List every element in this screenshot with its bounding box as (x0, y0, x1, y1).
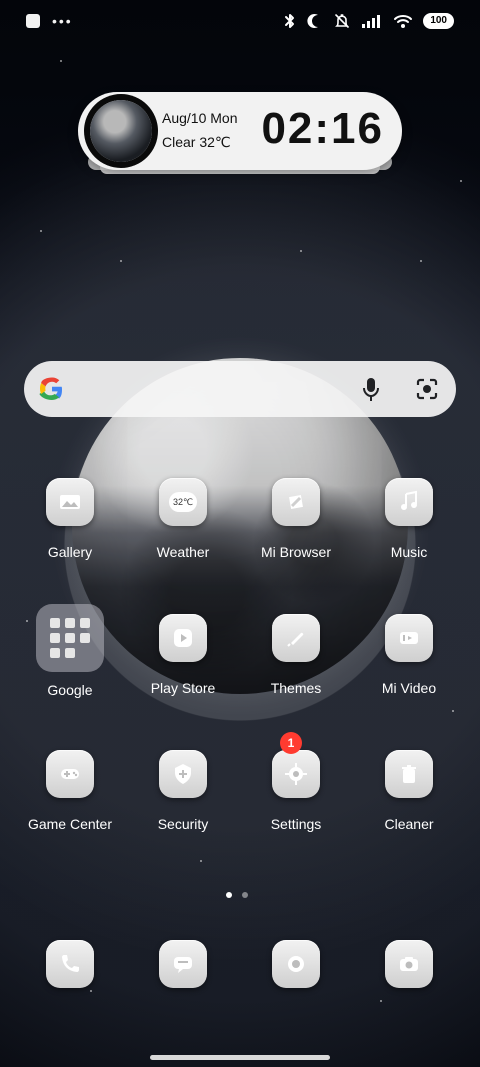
app-label: Music (390, 544, 428, 560)
browser-icon (272, 478, 320, 526)
app-weather[interactable]: 32℃ Weather (128, 478, 238, 578)
camera-icon (385, 940, 433, 988)
gallery-icon (46, 478, 94, 526)
dock-camera-lens[interactable] (272, 940, 320, 988)
app-label: Google (47, 682, 93, 698)
app-label: Settings (270, 816, 322, 832)
signal-icon (362, 15, 381, 28)
page-dot[interactable] (242, 892, 248, 898)
app-label: Game Center (27, 816, 113, 832)
page-indicator[interactable] (226, 892, 248, 898)
notification-square-icon (26, 14, 40, 28)
app-label: Play Store (150, 680, 216, 696)
video-icon (385, 614, 433, 662)
security-shield-icon (159, 750, 207, 798)
game-controller-icon (46, 750, 94, 798)
status-bar-left: ••• (26, 14, 73, 28)
app-cleaner[interactable]: Cleaner (354, 750, 464, 850)
google-lens-icon[interactable] (414, 376, 440, 407)
app-music[interactable]: Music (354, 478, 464, 578)
bluetooth-icon (285, 14, 295, 28)
app-label: Mi Browser (260, 544, 331, 560)
weather-icon-text: 32℃ (169, 492, 197, 512)
music-icon (385, 478, 433, 526)
app-security[interactable]: Security (128, 750, 238, 850)
camera-lens-icon (272, 940, 320, 988)
gesture-navigation-bar[interactable] (150, 1055, 330, 1060)
mic-icon[interactable] (360, 376, 382, 407)
dock-messages[interactable] (159, 940, 207, 988)
bell-off-icon (335, 14, 350, 28)
app-gallery[interactable]: Gallery (15, 478, 125, 578)
app-mi-video[interactable]: Mi Video (354, 614, 464, 714)
app-label: Cleaner (384, 816, 434, 832)
moon-icon (90, 100, 152, 162)
widget-date: Aug/10 Mon (162, 110, 238, 126)
app-label: Mi Video (381, 680, 437, 696)
status-bar-right: 100 (283, 12, 454, 30)
google-search-bar[interactable] (24, 361, 456, 417)
clock-weather-widget[interactable]: Aug/10 Mon Clear 32℃ 02:16 (78, 92, 402, 174)
app-label: Weather (156, 544, 210, 560)
play-store-icon (159, 614, 207, 662)
weather-icon: 32℃ (159, 478, 207, 526)
do-not-disturb-moon-icon (307, 14, 319, 28)
gear-icon: 1 (272, 732, 320, 798)
widget-weather: Clear 32℃ (162, 134, 231, 150)
phone-icon (46, 940, 94, 988)
app-game-center[interactable]: Game Center (15, 750, 125, 850)
battery-icon: 100 (423, 13, 454, 29)
dock-phone[interactable] (46, 940, 94, 988)
app-mi-browser[interactable]: Mi Browser (241, 478, 351, 578)
app-settings[interactable]: 1 Settings (241, 732, 351, 850)
app-label: Themes (270, 680, 322, 696)
dock-camera[interactable] (385, 940, 433, 988)
page-dot-active[interactable] (226, 892, 232, 898)
notification-badge: 1 (280, 732, 302, 754)
messages-icon (159, 940, 207, 988)
widget-time: 02:16 (261, 104, 384, 153)
app-label: Security (157, 816, 209, 832)
more-dots-icon: ••• (52, 13, 73, 29)
google-logo-icon (38, 375, 66, 403)
widget-card[interactable]: Aug/10 Mon Clear 32℃ 02:16 (78, 92, 402, 170)
trash-icon (385, 750, 433, 798)
app-label: Gallery (47, 544, 93, 560)
battery-level: 100 (430, 15, 447, 26)
folder-icon (36, 604, 104, 672)
app-google-folder[interactable]: Google (15, 604, 125, 704)
app-themes[interactable]: Themes (241, 614, 351, 714)
app-play-store[interactable]: Play Store (128, 614, 238, 714)
themes-icon (272, 614, 320, 662)
wifi-icon (394, 15, 413, 28)
